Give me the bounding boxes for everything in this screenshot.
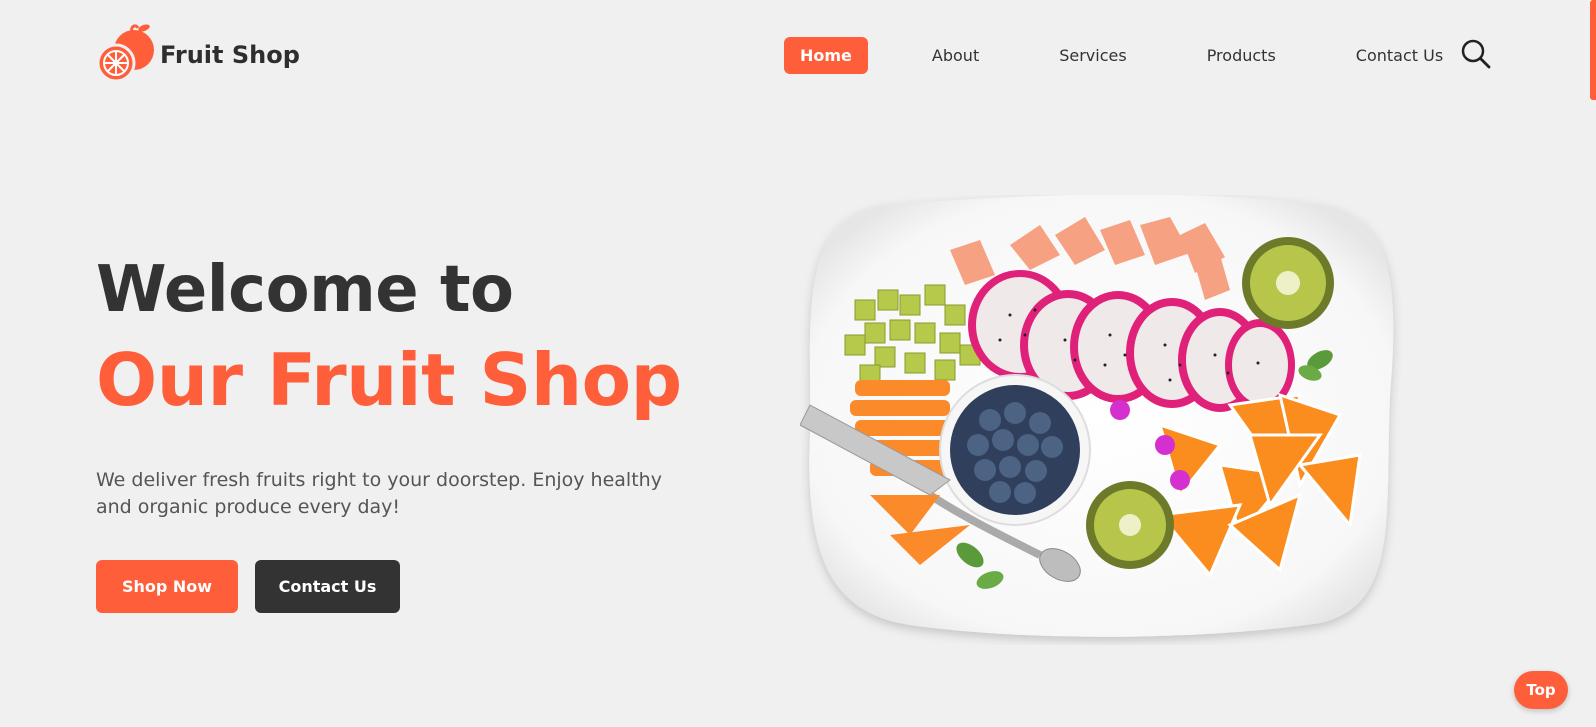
nav-home[interactable]: Home xyxy=(784,37,868,74)
nav-contact-us[interactable]: Contact Us xyxy=(1340,37,1459,74)
back-to-top-button[interactable]: Top xyxy=(1514,671,1568,709)
hero-title-line2: Our Fruit Shop xyxy=(96,338,682,422)
hero-buttons: Shop Now Contact Us xyxy=(96,560,400,613)
nav-about[interactable]: About xyxy=(916,37,995,74)
site-header: Fruit Shop Home About Services Products … xyxy=(0,0,1596,112)
hero-title-line1: Welcome to xyxy=(96,253,514,327)
orange-fruit-icon xyxy=(96,22,158,88)
fruit-platter-image xyxy=(799,194,1420,645)
main-nav: Home About Services Products Contact Us xyxy=(784,37,1459,74)
brand-name: Fruit Shop xyxy=(160,41,300,69)
contact-us-button[interactable]: Contact Us xyxy=(255,560,400,613)
search-icon[interactable] xyxy=(1460,38,1492,70)
hero-section: Welcome to Our Fruit Shop We deliver fre… xyxy=(96,250,696,521)
hero-description: We deliver fresh fruits right to your do… xyxy=(96,469,662,518)
shop-now-button[interactable]: Shop Now xyxy=(96,560,238,613)
nav-products[interactable]: Products xyxy=(1191,37,1292,74)
logo[interactable]: Fruit Shop xyxy=(96,22,300,88)
nav-services[interactable]: Services xyxy=(1043,37,1142,74)
